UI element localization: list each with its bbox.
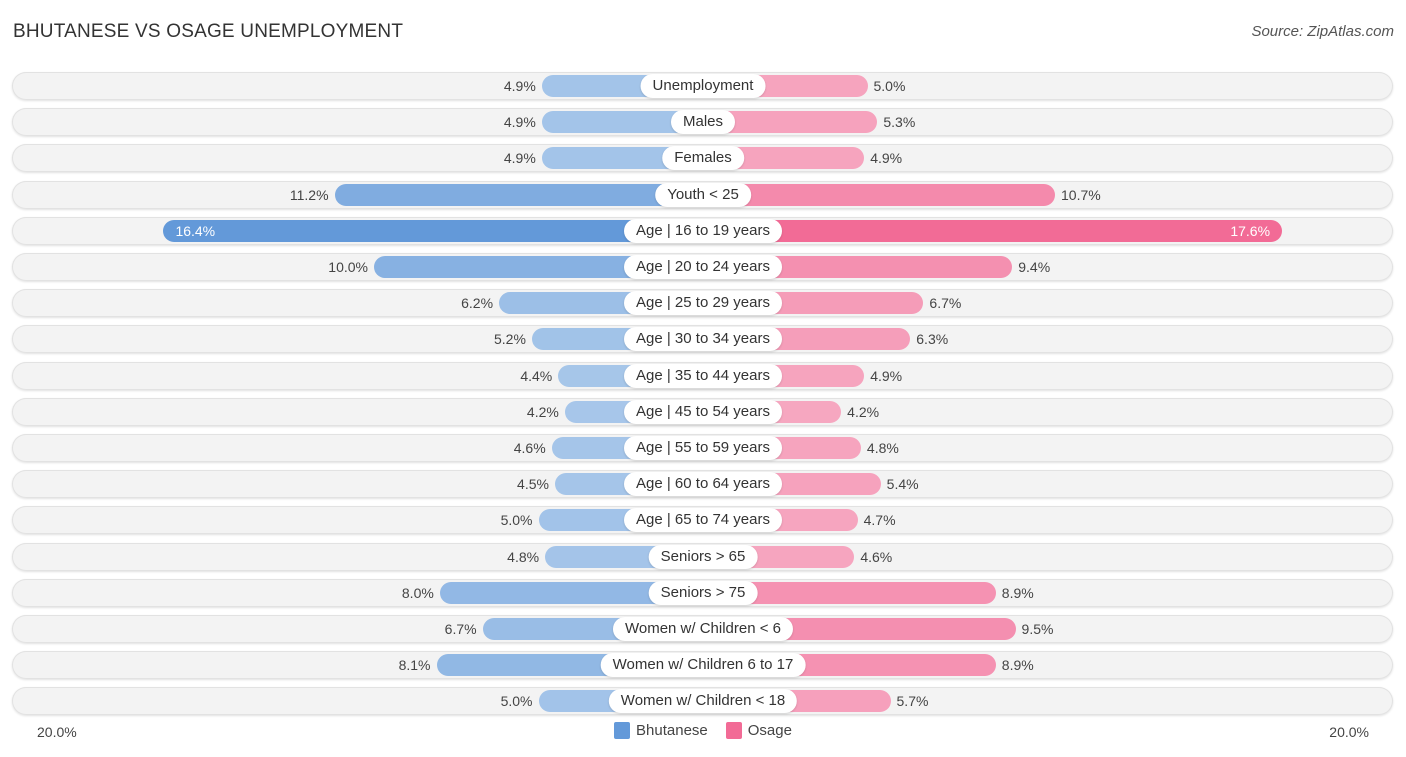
value-label-osage: 4.7% <box>863 512 896 529</box>
category-label: Age | 65 to 74 years <box>624 508 782 533</box>
chart-row: 8.0% 8.9% Seniors > 75 <box>12 578 1393 607</box>
category-label: Seniors > 65 <box>648 544 758 569</box>
category-label: Women w/ Children < 18 <box>608 689 798 714</box>
chart-row: 4.2% 4.2% Age | 45 to 54 years <box>12 397 1393 426</box>
chart-row: 5.0% 4.7% Age | 65 to 74 years <box>12 506 1393 535</box>
value-label-bhutanese: 4.5% <box>517 476 549 493</box>
category-label: Women w/ Children 6 to 17 <box>600 653 806 678</box>
bar-bhutanese[interactable] <box>334 183 703 206</box>
chart-row: 4.9% 4.9% Females <box>12 144 1393 173</box>
value-label-osage: 8.9% <box>1001 657 1034 674</box>
category-label: Males <box>670 110 736 135</box>
category-label: Age | 60 to 64 years <box>624 472 782 497</box>
chart-row: 10.0% 9.4% Age | 20 to 24 years <box>12 253 1393 281</box>
category-label: Age | 35 to 44 years <box>624 363 782 388</box>
value-label-osage: 5.4% <box>886 476 919 493</box>
value-label-osage: 8.9% <box>1001 584 1034 601</box>
chart-row: 8.1% 8.9% Women w/ Children 6 to 17 <box>12 651 1393 680</box>
category-label: Age | 30 to 34 years <box>624 327 782 352</box>
value-label-osage: 5.0% <box>873 78 906 94</box>
category-label: Women w/ Children < 6 <box>612 617 794 641</box>
value-label-osage: 6.3% <box>916 331 949 348</box>
value-label-bhutanese: 16.4% <box>175 222 216 239</box>
chart-area: 4.9% 5.0% Unemployment 4.9% 5.3% Males 4.9% 4.9… <box>0 0 1406 757</box>
legend-item-osage[interactable]: Osage <box>725 722 792 739</box>
value-label-bhutanese: 5.0% <box>500 512 533 529</box>
category-label: Seniors > 75 <box>648 580 758 605</box>
chart-row: 4.6% 4.8% Age | 55 to 59 years <box>12 434 1393 462</box>
value-label-osage: 5.3% <box>883 114 916 131</box>
chart-row: 4.8% 4.6% Seniors > 65 <box>12 542 1393 571</box>
category-label: Age | 25 to 29 years <box>624 291 782 316</box>
legend-item-bhutanese[interactable]: Bhutanese <box>614 722 708 739</box>
value-label-osage: 4.9% <box>870 150 903 167</box>
category-label: Age | 45 to 54 years <box>624 399 782 424</box>
legend-swatch-osage <box>725 722 742 739</box>
value-label-bhutanese: 6.2% <box>461 295 494 312</box>
bar-osage[interactable] <box>703 219 1283 242</box>
category-label: Youth < 25 <box>655 182 751 207</box>
legend: Bhutanese Osage <box>0 722 1406 739</box>
value-label-bhutanese: 5.0% <box>500 693 533 710</box>
legend-label-bhutanese: Bhutanese <box>636 722 708 739</box>
value-label-bhutanese: 4.8% <box>507 548 540 565</box>
value-label-bhutanese: 5.2% <box>494 331 526 348</box>
value-label-osage: 4.6% <box>860 548 893 565</box>
value-label-osage: 4.8% <box>866 440 899 456</box>
category-label: Unemployment <box>640 74 766 98</box>
bar-osage[interactable] <box>703 183 1056 206</box>
chart-row: 5.2% 6.3% Age | 30 to 34 years <box>12 325 1393 354</box>
value-label-bhutanese: 4.4% <box>520 367 553 384</box>
chart-row: 6.7% 9.5% Women w/ Children < 6 <box>12 615 1393 643</box>
value-label-osage: 5.7% <box>896 693 929 710</box>
bar-bhutanese[interactable] <box>163 219 703 242</box>
category-label: Age | 55 to 59 years <box>624 436 782 460</box>
value-label-bhutanese: 4.2% <box>526 403 559 420</box>
value-label-bhutanese: 8.0% <box>401 584 434 601</box>
value-label-bhutanese: 11.2% <box>289 186 329 203</box>
chart-row: 4.9% 5.0% Unemployment <box>12 72 1393 100</box>
chart-row: 4.5% 5.4% Age | 60 to 64 years <box>12 470 1393 499</box>
value-label-bhutanese: 4.9% <box>503 78 536 94</box>
value-label-bhutanese: 4.9% <box>503 150 536 167</box>
legend-label-osage: Osage <box>747 722 792 739</box>
chart-row: 4.4% 4.9% Age | 35 to 44 years <box>12 361 1393 390</box>
legend-swatch-bhutanese <box>614 722 631 739</box>
value-label-bhutanese: 10.0% <box>328 259 368 275</box>
chart-row: 6.2% 6.7% Age | 25 to 29 years <box>12 289 1393 318</box>
chart-row: 4.9% 5.3% Males <box>12 108 1393 137</box>
value-label-osage: 9.4% <box>1018 259 1051 275</box>
value-label-osage: 10.7% <box>1061 186 1101 203</box>
chart-row: 5.0% 5.7% Women w/ Children < 18 <box>12 687 1393 716</box>
value-label-osage: 4.9% <box>870 367 903 384</box>
value-label-osage: 17.6% <box>1230 222 1271 239</box>
category-label: Females <box>662 146 744 171</box>
value-label-bhutanese: 8.1% <box>398 657 431 674</box>
chart-row: 16.4% 17.6% Age | 16 to 19 years <box>12 216 1393 245</box>
value-label-osage: 9.5% <box>1021 621 1054 637</box>
value-label-bhutanese: 4.9% <box>503 114 536 131</box>
value-label-bhutanese: 4.6% <box>513 440 546 456</box>
value-label-bhutanese: 6.7% <box>444 621 477 637</box>
category-label: Age | 20 to 24 years <box>624 255 782 279</box>
category-label: Age | 16 to 19 years <box>624 218 782 243</box>
value-label-osage: 4.2% <box>847 403 880 420</box>
value-label-osage: 6.7% <box>929 295 962 312</box>
chart-row: 11.2% 10.7% Youth < 25 <box>12 180 1393 209</box>
